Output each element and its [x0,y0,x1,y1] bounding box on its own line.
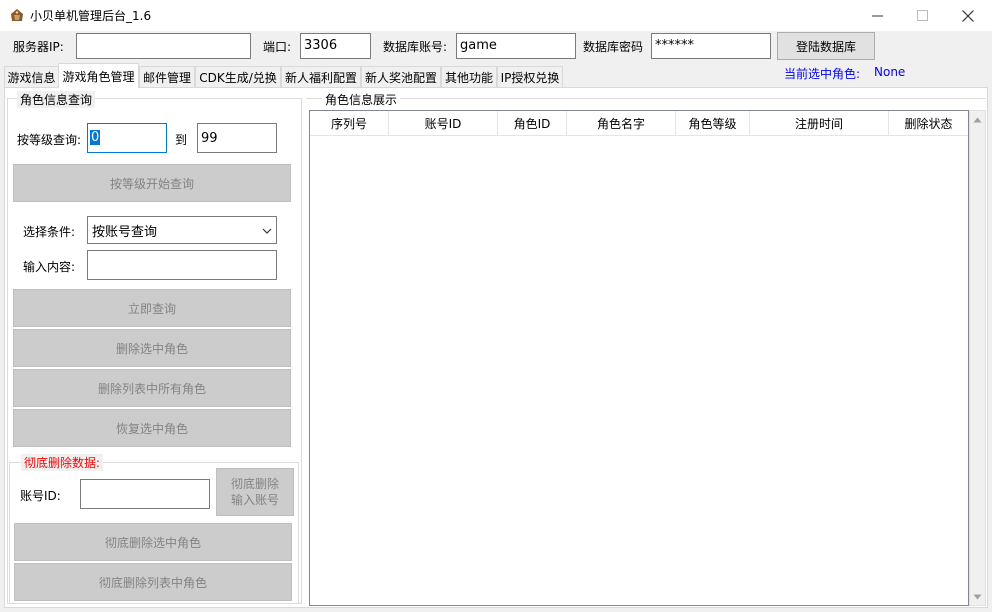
scroll-down-icon[interactable] [970,588,985,605]
column-header-role-name[interactable]: 角色名字 [567,111,676,136]
close-button[interactable] [945,0,991,31]
display-group-title: 角色信息展示 [322,91,401,108]
db-account-input[interactable]: game [456,33,576,59]
restore-selected-role-button[interactable]: 恢复选中角色 [13,409,291,447]
server-ip-input[interactable] [76,33,251,59]
purge-group-title: 彻底删除数据: [21,454,104,471]
column-header-serial[interactable]: 序列号 [310,111,389,136]
tab-ip-auth[interactable]: IP授权兑换 [497,66,563,87]
window-title: 小贝单机管理后台_1.6 [30,9,152,23]
db-password-input[interactable]: ****** [651,33,771,59]
to-label: 到 [175,133,188,147]
query-now-button[interactable]: 立即查询 [13,289,291,327]
scroll-up-icon[interactable] [970,111,985,128]
server-ip-label: 服务器IP: [13,40,64,54]
port-input[interactable]: 3306 [300,33,371,59]
purge-input-line1: 彻底删除 [230,477,279,491]
level-query-button[interactable]: 按等级开始查询 [13,164,291,202]
db-account-label: 数据库账号: [383,40,448,54]
tab-newbie-welfare[interactable]: 新人福利配置 [281,66,361,87]
chevron-down-icon [262,223,272,238]
selected-role-label: 当前选中角色: [784,67,861,81]
input-content-field[interactable] [87,250,277,280]
tab-game-info[interactable]: 游戏信息 [4,66,59,87]
level-query-label: 按等级查询: [17,133,82,147]
maximize-button[interactable] [899,0,945,31]
level-to-input[interactable]: 99 [197,123,277,153]
tab-other-functions[interactable]: 其他功能 [441,66,497,87]
condition-select[interactable]: 按账号查询 [87,216,277,244]
minimize-button[interactable] [854,0,900,31]
tab-cdk[interactable]: CDK生成/兑换 [195,66,281,87]
selected-role-value: None [874,65,906,79]
column-header-register-time[interactable]: 注册时间 [750,111,889,136]
app-icon [10,8,24,22]
role-list-header: 序列号 账号ID 角色ID 角色名字 角色等级 注册时间 删除状态 [310,111,968,136]
tab-role-management[interactable]: 游戏角色管理 [58,63,139,88]
column-header-delete-status[interactable]: 删除状态 [889,111,968,136]
purge-input-account-button[interactable]: 彻底删除 输入账号 [216,468,294,516]
level-from-value: 0 [90,130,101,145]
column-header-role-level[interactable]: 角色等级 [676,111,750,136]
vertical-scrollbar[interactable] [969,110,986,606]
port-label: 端口: [263,40,292,54]
condition-label: 选择条件: [23,225,76,239]
tab-newbie-pool[interactable]: 新人奖池配置 [361,66,441,87]
account-id-input[interactable] [80,479,210,509]
query-group-title: 角色信息查询 [17,91,96,108]
column-header-role-id[interactable]: 角色ID [498,111,567,136]
level-from-input[interactable]: 0 [87,123,167,153]
account-id-label: 账号ID: [20,489,61,503]
login-database-button[interactable]: 登陆数据库 [777,32,875,60]
delete-all-roles-button[interactable]: 删除列表中所有角色 [13,369,291,407]
purge-all-roles-button[interactable]: 彻底删除列表中角色 [14,563,292,601]
purge-selected-role-button[interactable]: 彻底删除选中角色 [14,523,292,561]
role-list-view[interactable] [309,110,969,606]
input-content-label: 输入内容: [23,260,76,274]
delete-selected-role-button[interactable]: 删除选中角色 [13,329,291,367]
db-password-label: 数据库密码 [583,40,644,54]
purge-input-line2: 输入账号 [230,493,279,507]
condition-selected-value: 按账号查询 [92,224,158,240]
column-header-account-id[interactable]: 账号ID [389,111,498,136]
tab-mail-management[interactable]: 邮件管理 [139,66,195,87]
